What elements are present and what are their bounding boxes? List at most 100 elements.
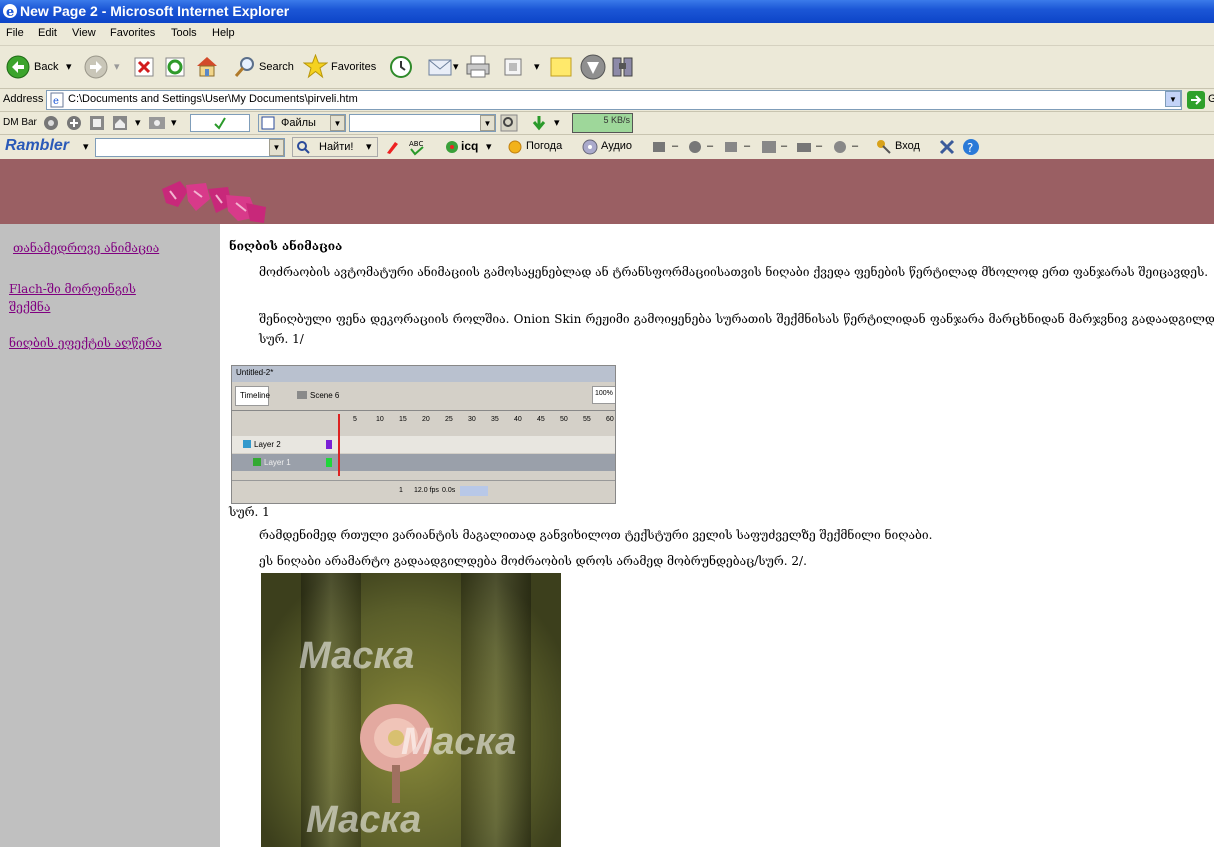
go-label[interactable]: G [1208, 93, 1214, 105]
files-select[interactable]: Файлы ▼ [258, 114, 346, 132]
mail-button[interactable] [428, 56, 454, 78]
rambler-tool4-icon[interactable] [760, 139, 778, 155]
icq-dropdown-icon[interactable]: ▾ [486, 140, 492, 153]
search-label: Search [259, 61, 294, 73]
fig1-frame-55: 55 [583, 416, 591, 423]
dm-check-icon [214, 117, 226, 130]
settings-tools-icon[interactable] [938, 138, 956, 156]
audio-label[interactable]: Аудио [601, 140, 632, 152]
svg-text:e: e [6, 5, 14, 19]
fig1-time: 0.0s [442, 487, 456, 494]
help-icon[interactable]: ? [962, 138, 980, 156]
dm-url-input[interactable]: ▼ [349, 114, 496, 132]
search-button[interactable] [233, 55, 257, 79]
fig1-frame-60: 60 [606, 416, 614, 423]
rambler-tool4-dropdown-icon[interactable]: – [781, 140, 787, 152]
favorites-button[interactable] [303, 54, 328, 79]
forward-button[interactable] [84, 55, 108, 79]
discuss-button[interactable] [549, 56, 573, 78]
dm-search-icon[interactable] [500, 114, 518, 132]
fig1-frame-30: 30 [468, 416, 476, 423]
shield-icon [580, 54, 606, 80]
dm-disk-dropdown-icon[interactable]: ▾ [171, 116, 177, 129]
rambler-tool1-icon[interactable] [651, 139, 669, 155]
address-input[interactable]: e C:\Documents and Settings\User\My Docu… [46, 90, 1182, 110]
dm-download-icon[interactable] [530, 114, 548, 132]
home-button[interactable] [195, 54, 219, 78]
edit-dropdown-icon[interactable]: ▾ [534, 60, 540, 73]
rambler-logo[interactable]: Rambler [5, 137, 69, 155]
history-button[interactable] [389, 55, 413, 79]
rambler-dropdown-icon[interactable]: ▾ [83, 140, 89, 153]
forward-arrow-icon [84, 55, 108, 79]
weather-label[interactable]: Погода [526, 140, 562, 152]
highlight-pen-icon[interactable] [385, 139, 401, 155]
menu-tools[interactable]: Tools [171, 27, 197, 39]
spellcheck-icon[interactable]: ABC [408, 138, 426, 156]
edit-button[interactable] [503, 57, 525, 77]
forward-dropdown-icon[interactable]: ▾ [114, 60, 120, 73]
history-clock-icon [390, 56, 412, 78]
rambler-tool5-icon[interactable] [795, 139, 813, 155]
rambler-tool1-dropdown-icon[interactable]: – [672, 140, 678, 152]
rambler-tool3-dropdown-icon[interactable]: – [744, 140, 750, 152]
menu-favorites[interactable]: Favorites [110, 27, 155, 39]
print-button[interactable] [466, 55, 492, 79]
edit-page-icon [504, 58, 522, 76]
dm-add-icon[interactable] [66, 115, 82, 131]
menu-file[interactable]: File [6, 27, 24, 39]
address-label: Address [3, 93, 44, 105]
menu-edit[interactable]: Edit [38, 27, 57, 39]
messenger-button[interactable] [580, 54, 606, 80]
dm-disk-icon[interactable] [148, 115, 166, 131]
icq-flower-icon[interactable] [444, 139, 460, 155]
back-dropdown-icon[interactable]: ▾ [66, 60, 72, 73]
fig1-timeline-button: Timeline [235, 386, 270, 406]
rambler-tool6-icon[interactable] [831, 139, 849, 155]
files-dropdown-button[interactable]: ▼ [330, 115, 345, 131]
title-bar: e New Page 2 - Microsoft Internet Explor… [0, 0, 1214, 23]
sidebar-link-mask-effect[interactable]: ნიღბის ეფექტის აღწერა [9, 336, 162, 350]
back-button[interactable] [6, 55, 30, 79]
dm-home-icon[interactable] [112, 115, 128, 131]
svg-text:ABC: ABC [409, 140, 423, 148]
find-dropdown-icon[interactable]: ▾ [366, 140, 372, 153]
icq-label[interactable]: icq [461, 139, 478, 153]
menu-view[interactable]: View [72, 27, 96, 39]
sidebar-link-modern-animation[interactable]: თანამედროვე ანიმაცია [13, 241, 159, 255]
weather-sun-icon[interactable] [507, 139, 523, 155]
fig1-scene-icon [297, 391, 307, 399]
stop-button[interactable] [133, 56, 155, 78]
rambler-tool5-dropdown-icon[interactable]: – [816, 140, 822, 152]
note-icon [550, 57, 572, 77]
dm-windows-icon[interactable] [89, 115, 105, 131]
address-dropdown-button[interactable]: ▼ [1165, 91, 1181, 107]
menu-help[interactable]: Help [212, 27, 235, 39]
audio-disc-icon[interactable] [582, 139, 598, 155]
login-label[interactable]: Вход [895, 140, 920, 152]
rambler-search-dropdown-button[interactable]: ▼ [269, 139, 284, 156]
dm-download-dropdown-icon[interactable]: ▾ [554, 116, 560, 129]
dm-home-dropdown-icon[interactable]: ▾ [135, 116, 141, 129]
login-key-icon[interactable] [876, 139, 892, 155]
go-arrow-icon [1187, 91, 1205, 109]
rambler-tool3-icon[interactable] [722, 139, 740, 155]
binoculars-icon [612, 57, 633, 77]
address-bar: Address e C:\Documents and Settings\User… [0, 89, 1214, 112]
sidebar-link-flash-morphing[interactable]: Flach-ში მორფინგის შექმნა [9, 280, 159, 316]
rambler-tool2-icon[interactable] [686, 139, 704, 155]
rambler-find-button[interactable]: Найти! ▾ [292, 137, 378, 157]
fig1-fps: 12.0 fps [414, 487, 439, 494]
rambler-tool6-dropdown-icon[interactable]: – [852, 140, 858, 152]
rambler-tool2-dropdown-icon[interactable]: – [707, 140, 713, 152]
dm-gear-icon[interactable] [43, 115, 59, 131]
rambler-search-input[interactable]: ▼ [95, 138, 285, 157]
standard-toolbar: Back ▾ ▾ Search Favorites ▾ ▾ [0, 46, 1214, 89]
page-icon: e [50, 92, 64, 108]
mail-dropdown-icon[interactable]: ▾ [453, 60, 459, 73]
research-button[interactable] [610, 54, 636, 80]
dm-url-dropdown-button[interactable]: ▼ [480, 115, 495, 131]
refresh-button[interactable] [164, 56, 186, 78]
go-button[interactable] [1186, 90, 1206, 110]
favorites-label: Favorites [331, 61, 377, 73]
